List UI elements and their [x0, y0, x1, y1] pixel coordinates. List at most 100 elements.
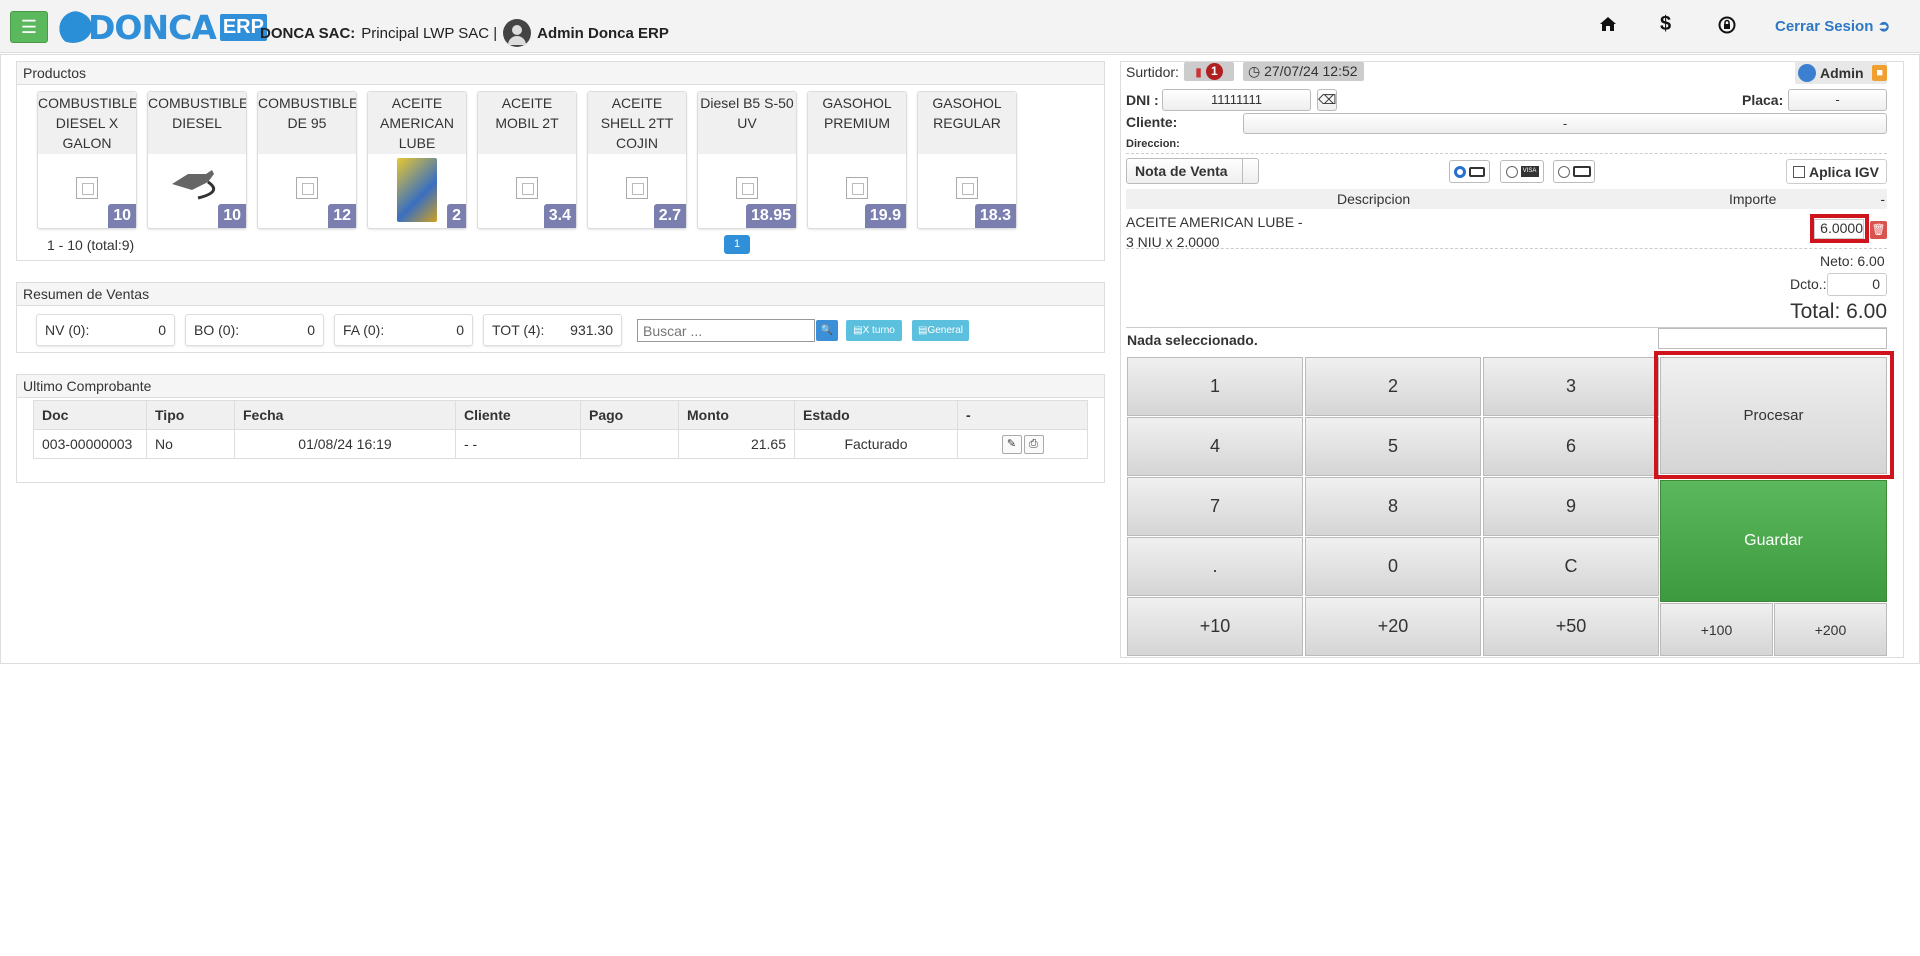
igv-checkbox[interactable]: Aplica IGV	[1786, 159, 1887, 184]
checkbox-icon	[1793, 165, 1805, 178]
product-card[interactable]: GASOHOL PREMIUM 19.9	[807, 91, 907, 229]
product-price: 12	[328, 204, 356, 228]
resumen-label: TOT (4):	[492, 322, 545, 338]
image-placeholder-icon	[736, 177, 758, 199]
resumen-value: 0	[158, 322, 166, 338]
search-input[interactable]	[637, 319, 815, 342]
items-header: Descripcion Importe -	[1126, 189, 1887, 209]
product-card[interactable]: COMBUSTIBLE DIESEL 10	[147, 91, 247, 229]
product-name: COMBUSTIBLE DE 95	[258, 92, 356, 154]
key-plus100[interactable]: +100	[1660, 603, 1773, 656]
key-6[interactable]: 6	[1483, 417, 1659, 476]
image-placeholder-icon	[516, 177, 538, 199]
productos-title: Productos	[17, 62, 1104, 85]
surtidor-number: 1	[1205, 63, 1223, 80]
guardar-button[interactable]: Guardar	[1660, 480, 1887, 602]
sale-item[interactable]: ACEITE AMERICAN LUBE - 3 NIU x 2.0000	[1126, 212, 1303, 252]
credit-card-icon	[1572, 166, 1591, 177]
igv-label: Aplica IGV	[1809, 163, 1880, 180]
product-card[interactable]: ACEITE MOBIL 2T 3.4	[477, 91, 577, 229]
resumen-fa: FA (0): 0	[334, 314, 473, 346]
branch-name: Principal LWP SAC |	[361, 24, 498, 42]
resumen-value: 0	[307, 322, 315, 338]
key-4[interactable]: 4	[1127, 417, 1303, 476]
key-2[interactable]: 2	[1305, 357, 1481, 416]
delete-item-button[interactable]: 🗑	[1870, 221, 1887, 239]
payment-visa-option[interactable]: VISA	[1500, 160, 1544, 183]
cash-icon	[1469, 166, 1485, 177]
key-1[interactable]: 1	[1127, 357, 1303, 416]
payment-card-option[interactable]	[1553, 160, 1595, 183]
dollar-icon[interactable]: $	[1660, 13, 1671, 36]
selection-input[interactable]	[1658, 328, 1887, 349]
key-plus20[interactable]: +20	[1305, 597, 1481, 656]
product-price: 3.4	[543, 204, 576, 228]
key-plus10[interactable]: +10	[1127, 597, 1303, 656]
payment-cash-option[interactable]	[1449, 160, 1490, 183]
key-5[interactable]: 5	[1305, 417, 1481, 476]
product-card[interactable]: COMBUSTIBLE DIESEL X GALON 10	[37, 91, 137, 229]
eraser-button[interactable]: ⌫	[1317, 89, 1337, 111]
product-card[interactable]: ACEITE SHELL 2TT COJIN 2.7	[587, 91, 687, 229]
key-9[interactable]: 9	[1483, 477, 1659, 536]
image-placeholder-icon	[76, 177, 98, 199]
logout-link[interactable]: Cerrar Sesion ➲	[1775, 17, 1890, 35]
cell-cliente: - -	[455, 429, 581, 459]
company-info: DONCA SAC: Principal LWP SAC | Admin Don…	[260, 19, 669, 47]
key-plus200[interactable]: +200	[1774, 603, 1887, 656]
cliente-field[interactable]: -	[1243, 113, 1887, 134]
dcto-input[interactable]: 0	[1827, 273, 1887, 296]
menu-icon: ☰	[20, 16, 38, 37]
dni-label: DNI :	[1126, 92, 1159, 108]
col-doc: Doc	[33, 400, 147, 430]
product-card[interactable]: COMBUSTIBLE DE 95 12	[257, 91, 357, 229]
col-estado: Estado	[794, 400, 958, 430]
print-icon[interactable]: ⎙	[1023, 435, 1044, 454]
admin-badge[interactable]: Admin ■	[1795, 61, 1887, 84]
fuel-pump-icon: ▮	[1195, 64, 1202, 79]
dni-field[interactable]: 11111111	[1162, 89, 1311, 111]
col-monto: Monto	[678, 400, 795, 430]
general-label: General	[927, 325, 964, 336]
key-3[interactable]: 3	[1483, 357, 1659, 416]
product-card[interactable]: Diesel B5 S-50 UV 18.95	[697, 91, 797, 229]
col-importe: Importe	[1729, 191, 1777, 207]
radio-icon	[1557, 165, 1570, 178]
key-7[interactable]: 7	[1127, 477, 1303, 536]
product-card[interactable]: ACEITE AMERICAN LUBE 2	[367, 91, 467, 229]
key-8[interactable]: 8	[1305, 477, 1481, 536]
x-turno-button[interactable]: ▤ X turno	[846, 320, 902, 341]
page-1-button[interactable]: 1	[724, 235, 750, 254]
direccion-label: Direccion:	[1126, 138, 1180, 150]
resumen-nv: NV (0): 0	[36, 314, 175, 346]
lock-refresh-icon[interactable]	[1717, 15, 1737, 41]
general-button[interactable]: ▤ General	[912, 320, 969, 341]
product-price: 18.3	[974, 204, 1016, 228]
document-icon: ▤	[853, 325, 863, 336]
company-name: DONCA SAC:	[260, 24, 356, 42]
eraser-icon: ⌫	[1318, 92, 1337, 107]
doc-type-value: Nota de Venta	[1135, 163, 1228, 179]
edit-icon[interactable]: ✎	[1001, 435, 1022, 454]
key-dot[interactable]: .	[1127, 537, 1303, 596]
product-price: 10	[108, 204, 136, 228]
product-price: 2.7	[653, 204, 686, 228]
user-name: Admin Donca ERP	[537, 24, 669, 42]
cell-doc: 003-00000003	[33, 429, 147, 459]
product-card[interactable]: GASOHOL REGULAR 18.3	[917, 91, 1017, 229]
key-plus50[interactable]: +50	[1483, 597, 1659, 656]
radio-icon	[1505, 165, 1518, 178]
product-price: 18.95	[745, 204, 796, 228]
key-clear[interactable]: C	[1483, 537, 1659, 596]
search-button[interactable]: 🔍	[816, 320, 838, 341]
hamburger-menu-button[interactable]: ☰	[10, 11, 48, 43]
placa-field[interactable]: -	[1788, 89, 1887, 111]
key-0[interactable]: 0	[1305, 537, 1481, 596]
surtidor-label: Surtidor:	[1126, 64, 1179, 80]
highlight-importe	[1810, 214, 1869, 243]
surtidor-selector[interactable]: ▮ 1	[1184, 62, 1234, 81]
col-descripcion: Descripcion	[1337, 191, 1411, 207]
home-icon[interactable]	[1599, 15, 1617, 39]
item-description: ACEITE AMERICAN LUBE -	[1126, 214, 1303, 230]
doc-type-select[interactable]: Nota de Venta	[1126, 158, 1259, 184]
